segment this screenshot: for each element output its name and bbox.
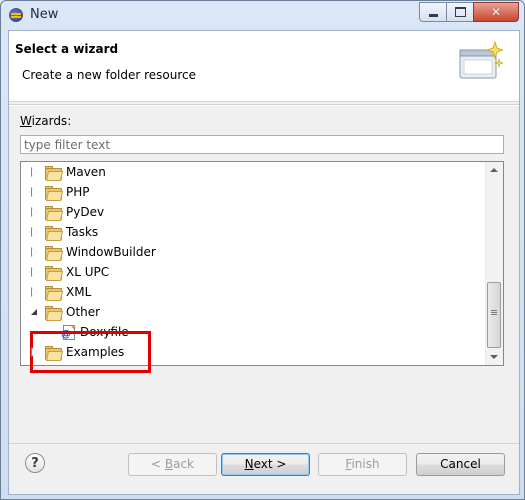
banner-separator bbox=[9, 104, 519, 106]
tree-item-xl-upc[interactable]: XL UPC bbox=[21, 262, 109, 282]
wizards-label: Wizards: bbox=[20, 114, 72, 128]
tree-item-label: Maven bbox=[66, 165, 106, 179]
expand-arrow-icon[interactable] bbox=[31, 167, 39, 177]
tree-item-php[interactable]: PHP bbox=[21, 182, 90, 202]
expand-arrow-icon[interactable] bbox=[31, 347, 39, 357]
collapse-arrow-icon[interactable] bbox=[31, 308, 39, 316]
tree-item-label: Tasks bbox=[66, 225, 99, 239]
cancel-button[interactable]: Cancel bbox=[416, 453, 505, 476]
expand-arrow-icon[interactable] bbox=[31, 247, 39, 257]
expand-arrow-icon[interactable] bbox=[31, 267, 39, 277]
scroll-up-icon[interactable] bbox=[490, 168, 498, 172]
folder-icon bbox=[45, 225, 64, 241]
tree-item-pydev[interactable]: PyDev bbox=[21, 202, 104, 222]
filter-field[interactable] bbox=[20, 135, 504, 154]
folder-icon bbox=[45, 265, 64, 281]
folder-icon bbox=[45, 285, 64, 301]
folder-icon bbox=[45, 245, 64, 261]
grip-icon bbox=[491, 310, 497, 311]
window-title: New bbox=[30, 7, 59, 22]
tree-item-label: Doxyfile bbox=[80, 325, 129, 339]
expand-arrow-icon[interactable] bbox=[31, 187, 39, 197]
expand-arrow-icon[interactable] bbox=[31, 227, 39, 237]
tree-item-label: Examples bbox=[66, 345, 125, 359]
wizard-tree[interactable]: Maven PHP PyDev Tasks WindowBuilder XL U… bbox=[20, 161, 504, 366]
folder-icon bbox=[45, 305, 64, 321]
wizard-banner-icon bbox=[459, 41, 503, 79]
close-button[interactable]: ✕ bbox=[473, 2, 519, 22]
folder-icon bbox=[45, 185, 64, 201]
wizard-banner: Select a wizard Create a new folder reso… bbox=[9, 31, 519, 102]
scroll-down-icon[interactable] bbox=[490, 355, 498, 359]
expand-arrow-icon[interactable] bbox=[31, 287, 39, 297]
footer-separator bbox=[9, 443, 519, 444]
filter-input[interactable] bbox=[21, 136, 503, 153]
tree-item-other[interactable]: Other bbox=[21, 302, 100, 322]
tree-item-label: Other bbox=[66, 305, 101, 319]
finish-button[interactable]: Finish bbox=[318, 453, 407, 476]
tree-item-label: WindowBuilder bbox=[66, 245, 156, 259]
tree-item-windowbuilder[interactable]: WindowBuilder bbox=[21, 242, 156, 262]
expand-arrow-icon[interactable] bbox=[31, 207, 39, 217]
minimize-button[interactable] bbox=[419, 2, 446, 22]
tree-item-label: PyDev bbox=[66, 205, 105, 219]
window-controls: ✕ bbox=[419, 2, 519, 22]
close-icon: ✕ bbox=[490, 5, 502, 19]
help-icon: ? bbox=[31, 455, 39, 471]
maximize-icon bbox=[454, 7, 466, 17]
tree-scrollbar[interactable] bbox=[485, 162, 503, 365]
tree-item-doxyfile[interactable]: @ ✦ Doxyfile bbox=[61, 322, 129, 342]
page-description: Create a new folder resource bbox=[22, 68, 197, 82]
doxyfile-icon: @ ✦ bbox=[61, 322, 77, 340]
eclipse-icon bbox=[9, 8, 23, 22]
help-button[interactable]: ? bbox=[25, 453, 45, 473]
page-title: Select a wizard bbox=[15, 42, 119, 56]
tree-item-examples[interactable]: Examples bbox=[21, 342, 124, 362]
scrollbar-thumb[interactable] bbox=[487, 282, 501, 348]
tree-item-label: XL UPC bbox=[66, 265, 110, 279]
tree-item-maven[interactable]: Maven bbox=[21, 162, 106, 182]
title-bar[interactable]: New ✕ bbox=[1, 1, 524, 29]
next-button[interactable]: Next > bbox=[221, 453, 310, 476]
folder-icon bbox=[45, 165, 64, 181]
wizard-window: New ✕ Select a wizard Create a new folde… bbox=[0, 0, 525, 500]
maximize-button[interactable] bbox=[446, 2, 473, 22]
folder-icon bbox=[45, 205, 64, 221]
tree-item-label: XML bbox=[66, 285, 92, 299]
minimize-icon bbox=[428, 13, 438, 17]
dialog-content: Select a wizard Create a new folder reso… bbox=[8, 30, 520, 495]
folder-icon bbox=[45, 345, 64, 361]
tree-item-tasks[interactable]: Tasks bbox=[21, 222, 98, 242]
back-button[interactable]: < Back bbox=[128, 453, 217, 476]
tree-item-label: PHP bbox=[66, 185, 90, 199]
tree-item-xml[interactable]: XML bbox=[21, 282, 91, 302]
